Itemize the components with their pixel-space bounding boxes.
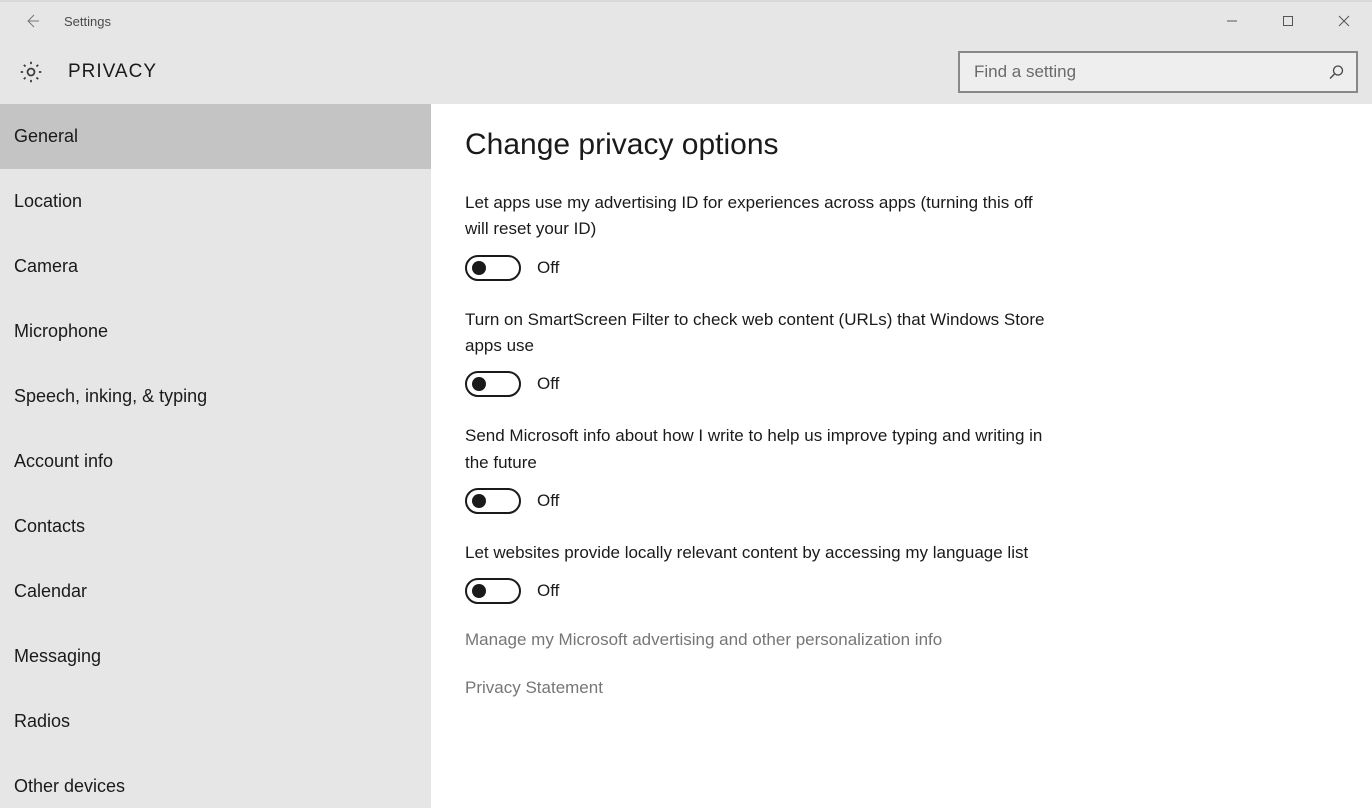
toggle-knob: [472, 494, 486, 508]
sidebar: General Location Camera Microphone Speech, i…: [0, 104, 431, 808]
sidebar-item-label: Speech, inking, & typing: [14, 386, 207, 407]
maximize-button[interactable]: [1260, 2, 1316, 40]
header: PRIVACY: [0, 40, 1372, 104]
maximize-icon: [1282, 15, 1294, 27]
sidebar-item-label: Radios: [14, 711, 70, 732]
search-icon: [1328, 64, 1344, 80]
sidebar-item-radios[interactable]: Radios: [0, 689, 431, 754]
setting-3: Let websites provide locally relevant co…: [465, 540, 1055, 604]
setting-label: Let apps use my advertising ID for exper…: [465, 190, 1055, 243]
toggle-state-label: Off: [537, 258, 559, 278]
toggle-switch[interactable]: [465, 578, 521, 604]
titlebar: Settings: [0, 0, 1372, 40]
sidebar-item-contacts[interactable]: Contacts: [0, 494, 431, 559]
window-title: Settings: [64, 14, 111, 29]
toggle-switch[interactable]: [465, 255, 521, 281]
toggle-knob: [472, 584, 486, 598]
toggle-row: Off: [465, 371, 1055, 397]
close-button[interactable]: [1316, 2, 1372, 40]
sidebar-item-calendar[interactable]: Calendar: [0, 559, 431, 624]
sidebar-item-label: Contacts: [14, 516, 85, 537]
setting-label: Turn on SmartScreen Filter to check web …: [465, 307, 1055, 360]
toggle-knob: [472, 261, 486, 275]
sidebar-item-camera[interactable]: Camera: [0, 234, 431, 299]
setting-2: Send Microsoft info about how I write to…: [465, 423, 1055, 514]
sidebar-item-general[interactable]: General: [0, 104, 431, 169]
main-content: Change privacy options Let apps use my a…: [431, 104, 1372, 808]
search-input[interactable]: [974, 62, 1328, 82]
toggle-switch[interactable]: [465, 488, 521, 514]
sidebar-item-label: Calendar: [14, 581, 87, 602]
toggle-row: Off: [465, 488, 1055, 514]
main-heading: Change privacy options: [465, 128, 1352, 162]
setting-label: Send Microsoft info about how I write to…: [465, 423, 1055, 476]
gear-icon: [18, 59, 44, 85]
sidebar-item-label: Camera: [14, 256, 78, 277]
sidebar-item-label: Account info: [14, 451, 113, 472]
toggle-state-label: Off: [537, 374, 559, 394]
sidebar-item-other-devices[interactable]: Other devices: [0, 754, 431, 808]
sidebar-item-label: Microphone: [14, 321, 108, 342]
close-icon: [1338, 15, 1350, 27]
sidebar-item-account-info[interactable]: Account info: [0, 429, 431, 494]
sidebar-item-speech-inking-typing[interactable]: Speech, inking, & typing: [0, 364, 431, 429]
toggle-state-label: Off: [537, 581, 559, 601]
setting-1: Turn on SmartScreen Filter to check web …: [465, 307, 1055, 398]
link-0[interactable]: Manage my Microsoft advertising and othe…: [465, 630, 1352, 650]
sidebar-item-label: Messaging: [14, 646, 101, 667]
sidebar-item-microphone[interactable]: Microphone: [0, 299, 431, 364]
link-1[interactable]: Privacy Statement: [465, 678, 1352, 698]
toggle-switch[interactable]: [465, 371, 521, 397]
toggle-row: Off: [465, 578, 1055, 604]
back-button[interactable]: [24, 13, 40, 29]
sidebar-item-label: Other devices: [14, 776, 125, 797]
toggle-state-label: Off: [537, 491, 559, 511]
sidebar-item-messaging[interactable]: Messaging: [0, 624, 431, 689]
minimize-icon: [1226, 15, 1238, 27]
setting-label: Let websites provide locally relevant co…: [465, 540, 1055, 566]
toggle-knob: [472, 377, 486, 391]
sidebar-item-label: Location: [14, 191, 82, 212]
minimize-button[interactable]: [1204, 2, 1260, 40]
page-title: PRIVACY: [68, 61, 157, 83]
search-box[interactable]: [958, 51, 1358, 93]
toggle-row: Off: [465, 255, 1055, 281]
setting-0: Let apps use my advertising ID for exper…: [465, 190, 1055, 281]
sidebar-item-location[interactable]: Location: [0, 169, 431, 234]
sidebar-item-label: General: [14, 126, 78, 147]
